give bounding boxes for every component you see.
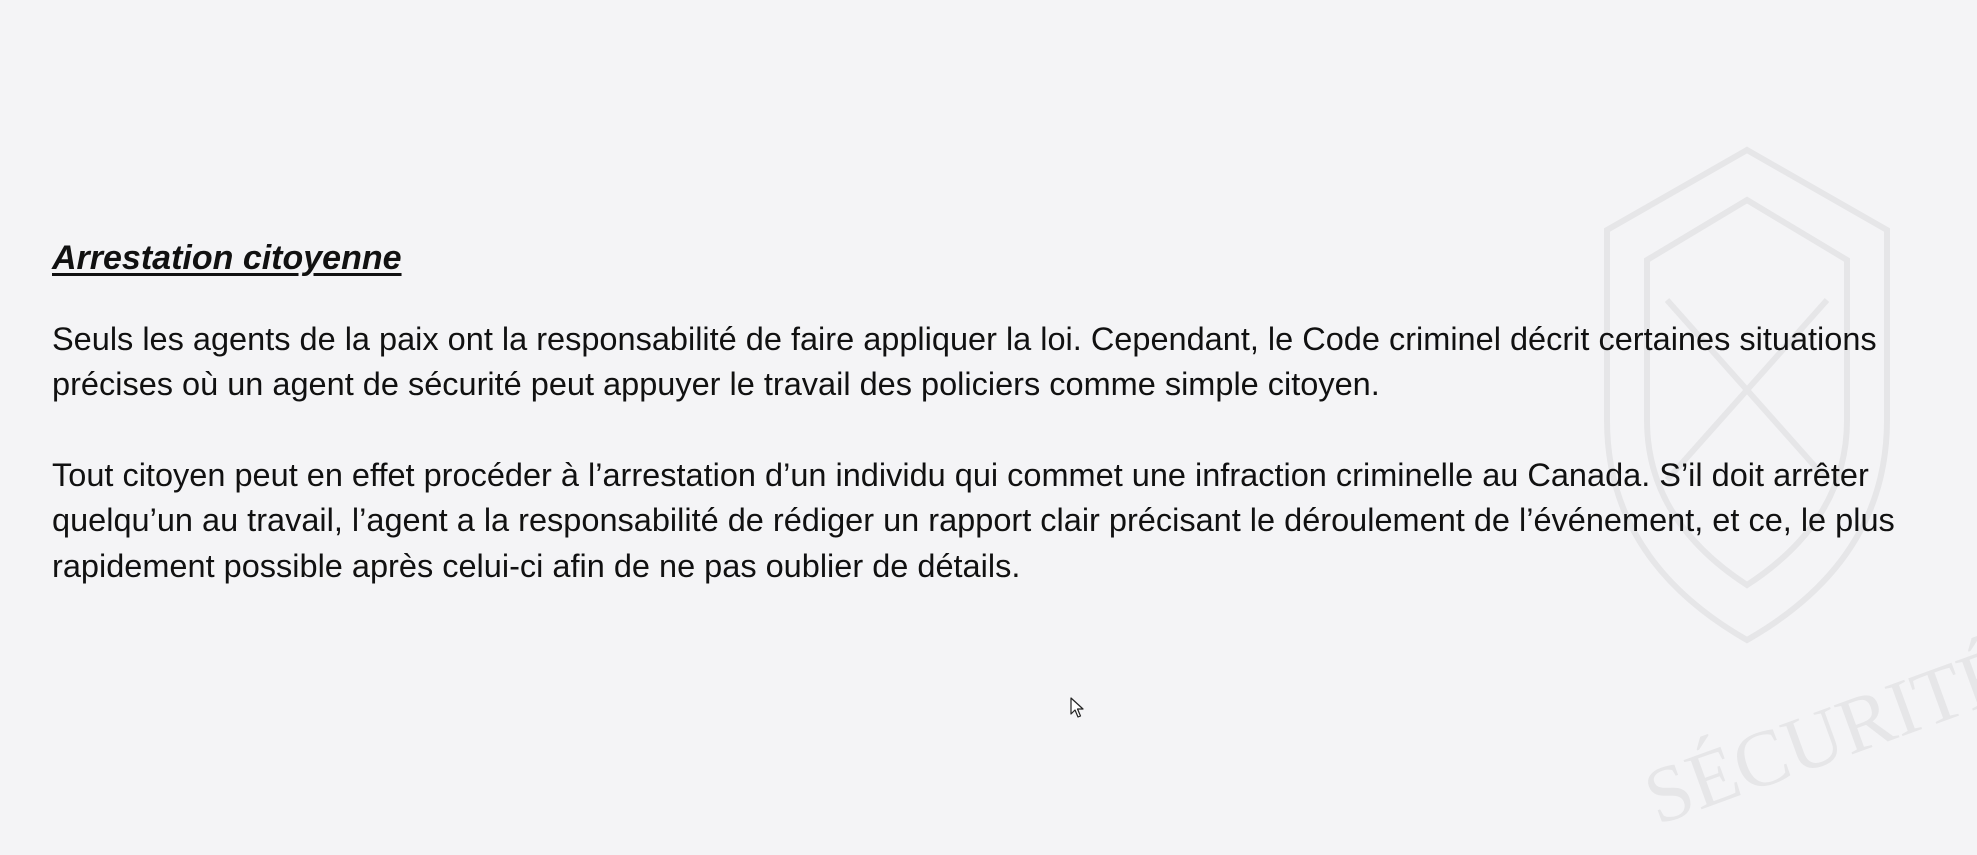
paragraph-arrestation-citoyen: Tout citoyen peut en effet procéder à l’…: [52, 456, 1895, 584]
paragraph-agents-de-la-paix: Seuls les agents de la paix ont la respo…: [52, 320, 1877, 403]
watermark-text: SÉCURITÉ: [1633, 629, 1977, 842]
slide-content: Arrestation citoyenne Seuls les agents d…: [52, 238, 1912, 634]
slide-title: Arrestation citoyenne: [52, 239, 402, 277]
mouse-pointer-icon: [1070, 697, 1084, 718]
